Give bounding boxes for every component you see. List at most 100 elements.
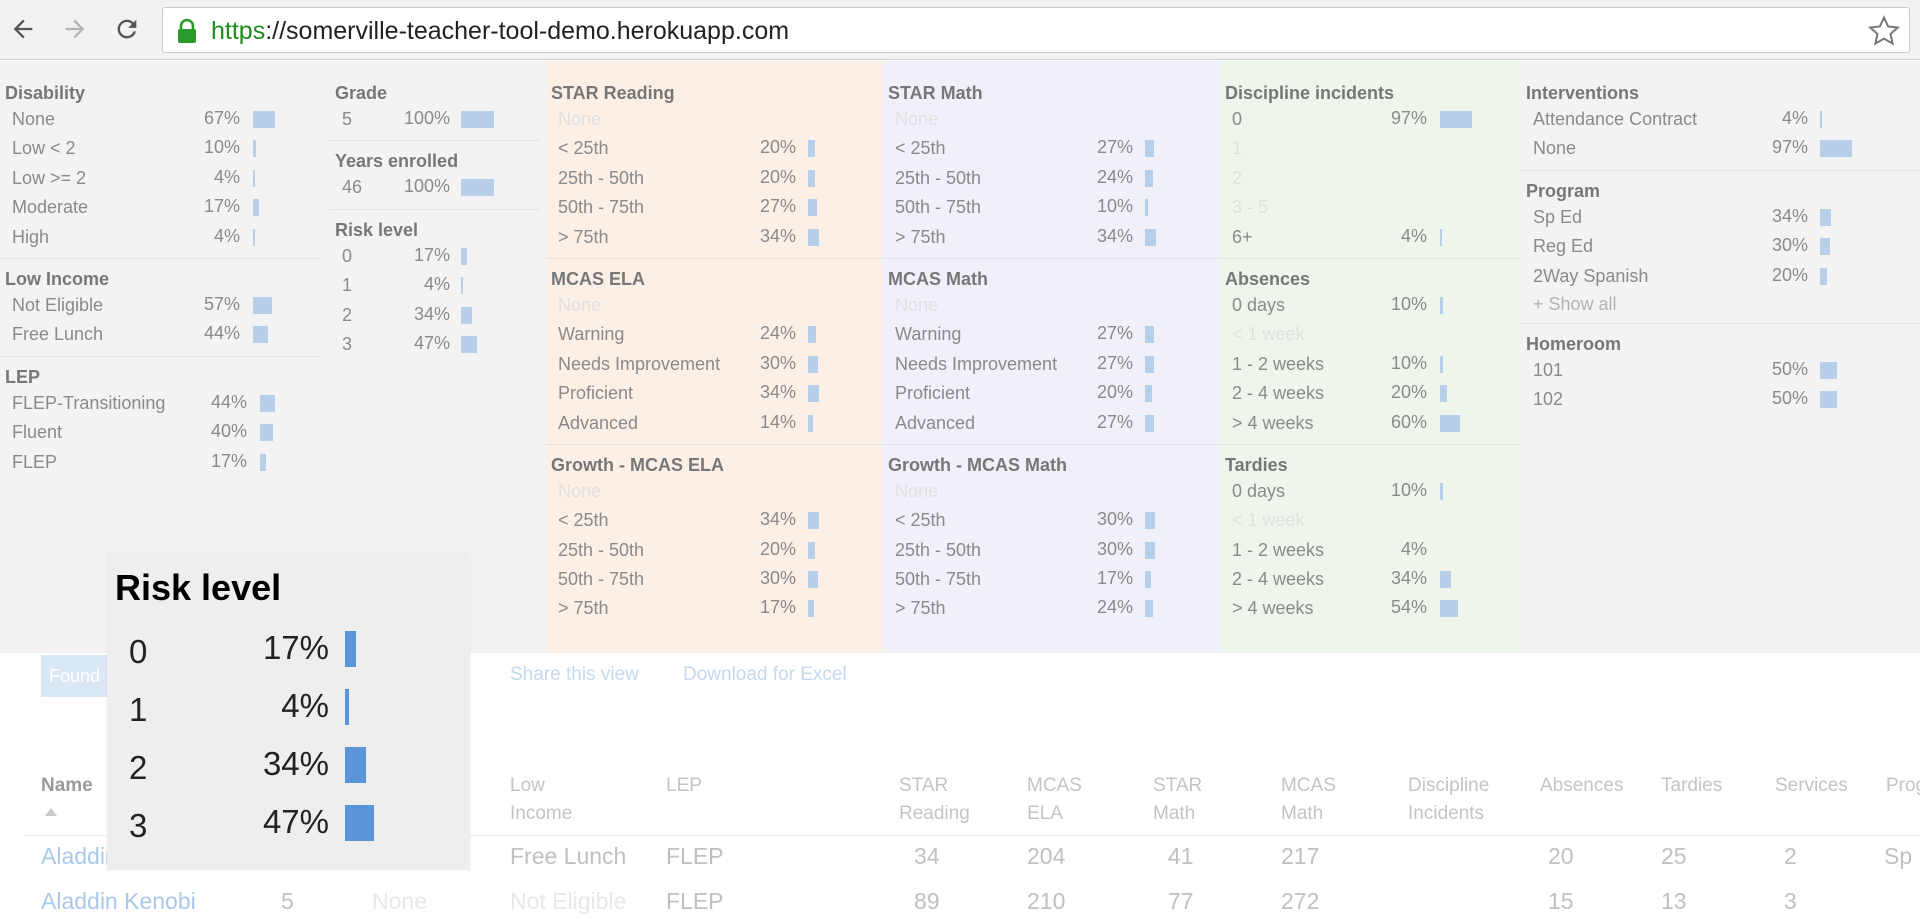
column-header-prog[interactable]: Prog [1886,772,1920,800]
column-header-services[interactable]: Services [1775,772,1848,800]
filter-row-low-2[interactable]: Low < 2 10% [0,134,322,163]
filter-row-2[interactable]: 2 34% [330,301,540,330]
filter-row-fluent[interactable]: Fluent 40% [0,418,322,447]
filter-percent: 50% [1771,358,1808,379]
filter-row-not-eligible[interactable]: Not Eligible 57% [0,291,322,320]
filter-label: Advanced [895,412,976,433]
filter-row-25th[interactable]: < 25th 30% [883,506,1219,535]
filter-row-0-days[interactable]: 0 days 10% [1220,477,1520,506]
address-bar[interactable]: https://somerville-teacher-tool-demo.her… [162,7,1910,53]
filter-row-75th[interactable]: > 75th 34% [883,223,1219,252]
filter-bar [1145,385,1152,403]
column-header-mcas-ela[interactable]: MCAS ELA [1027,772,1082,828]
section-title: Discipline incidents [1225,83,1395,103]
filter-bar [808,228,819,246]
filter-row-needs-improvement[interactable]: Needs Improvement 27% [883,350,1219,379]
cell-name[interactable]: Aladdin Kenobi [41,888,196,915]
filter-row-reg-ed[interactable]: Reg Ed 30% [1521,232,1920,261]
filter-row-2way-spanish[interactable]: 2Way Spanish 20% [1521,262,1920,291]
column-header-name[interactable]: Name [41,772,93,800]
filter-percent: 4% [1400,538,1427,559]
column-header-discipline-incidents[interactable]: Discipline Incidents [1408,772,1489,828]
filter-row-free-lunch[interactable]: Free Lunch 44% [0,320,322,349]
filter-row-0[interactable]: 0 97% [1220,105,1520,134]
filter-row-25th-50th[interactable]: 25th - 50th 24% [883,164,1219,193]
sort-ascending-icon[interactable] [45,808,57,816]
filter-row-proficient[interactable]: Proficient 20% [883,379,1219,408]
filter-row-sp-ed[interactable]: Sp Ed 34% [1521,203,1920,232]
column-header-tardies[interactable]: Tardies [1661,772,1722,800]
filter-row-high[interactable]: High 4% [0,223,322,252]
column-interventions: Interventions Attendance Contract 4% None 97… [1521,61,1920,653]
filter-row-advanced[interactable]: Advanced 14% [546,409,882,438]
filter-row-25th[interactable]: < 25th 27% [883,134,1219,163]
filter-row-25th-50th[interactable]: 25th - 50th 30% [883,536,1219,565]
filter-row-none[interactable]: None 67% [0,105,322,134]
column-header-lep[interactable]: LEP [666,772,702,800]
filter-row-25th-50th[interactable]: 25th - 50th 20% [546,164,882,193]
filter-row-0[interactable]: 0 17% [330,242,540,271]
download-excel-link[interactable]: Download for Excel [683,664,847,686]
filter-row-4-weeks[interactable]: > 4 weeks 60% [1220,409,1520,438]
share-view-link[interactable]: Share this view [510,664,639,686]
filter-row-25th[interactable]: < 25th 34% [546,506,882,535]
filter-row-46[interactable]: 46 100% [330,173,540,202]
column-header-absences[interactable]: Absences [1540,772,1623,800]
filter-row-warning[interactable]: Warning 27% [883,320,1219,349]
filter-row-0-days[interactable]: 0 days 10% [1220,291,1520,320]
filter-row-flep-transitioning[interactable]: FLEP-Transitioning 44% [0,389,322,418]
filter-row-50th-75th[interactable]: 50th - 75th 27% [546,193,882,222]
filter-row-advanced[interactable]: Advanced 27% [883,409,1219,438]
filter-row-attendance-contract[interactable]: Attendance Contract 4% [1521,105,1920,134]
filter-row-low-2[interactable]: Low >= 2 4% [0,164,322,193]
filter-row-50th-75th[interactable]: 50th - 75th 30% [546,565,882,594]
filter-row-4-weeks[interactable]: > 4 weeks 54% [1220,594,1520,623]
filter-row-1-2-weeks[interactable]: 1 - 2 weeks 10% [1220,350,1520,379]
bookmark-star-icon[interactable] [1867,14,1901,48]
back-button[interactable] [6,12,40,46]
filter-row-75th[interactable]: > 75th 34% [546,223,882,252]
section-title: Years enrolled [335,151,459,172]
column-header-star-reading[interactable]: STAR Reading [899,772,970,828]
cell-mcas-math: 217 [1281,843,1320,869]
filter-row-101[interactable]: 101 50% [1521,356,1920,385]
forward-button[interactable] [58,12,92,46]
filter-row-2-4-weeks[interactable]: 2 - 4 weeks 34% [1220,565,1520,594]
filter-row-moderate[interactable]: Moderate 17% [0,193,322,222]
filter-label: 0 [342,245,353,266]
cell-low-income: Not Eligible [510,888,627,914]
zoom-label: 3 [129,807,148,844]
column-header-star-math[interactable]: STAR Math [1153,772,1202,828]
filter-row-3[interactable]: 3 47% [330,330,540,359]
filter-row-102[interactable]: 102 50% [1521,385,1920,414]
filter-label: 5 [342,109,353,129]
filter-row-1[interactable]: 1 4% [330,271,540,300]
filter-row-2-4-weeks[interactable]: 2 - 4 weeks 20% [1220,379,1520,408]
filter-row-5[interactable]: 5 100% [330,105,540,134]
filter-percent: 20% [1390,382,1427,403]
filter-row-needs-improvement[interactable]: Needs Improvement 30% [546,350,882,379]
filter-row-25th-50th[interactable]: 25th - 50th 20% [546,536,882,565]
filter-row-75th[interactable]: > 75th 24% [883,594,1219,623]
section-title: Growth - MCAS Math [888,454,1067,475]
filter-row-proficient[interactable]: Proficient 34% [546,379,882,408]
column-header-mcas-math[interactable]: MCAS Math [1281,772,1336,828]
filter-percent: 10% [1390,293,1427,314]
filter-row-warning[interactable]: Warning 24% [546,320,882,349]
filter-row-75th[interactable]: > 75th 17% [546,594,882,623]
browser-toolbar: https://somerville-teacher-tool-demo.her… [0,0,1920,60]
filter-row-1-2-weeks[interactable]: 1 - 2 weeks 4% [1220,536,1520,565]
filter-label: 3 [342,333,353,354]
reload-button[interactable] [110,12,144,46]
show-all-link[interactable]: + Show all [1521,291,1920,317]
filter-section-disability: Disability None 67% Low < 2 10% Low >= 2 4% Mod… [0,81,322,259]
filter-row-50th-75th[interactable]: 50th - 75th 17% [883,565,1219,594]
back-arrow-icon [13,19,33,39]
column-header-low-income[interactable]: Low Income [510,772,572,828]
filter-row-25th[interactable]: < 25th 20% [546,134,882,163]
filter-row-50th-75th[interactable]: 50th - 75th 10% [883,193,1219,222]
filter-row-6[interactable]: 6+ 4% [1220,223,1520,252]
filter-label: > 4 weeks [1232,412,1314,433]
filter-row-flep[interactable]: FLEP 17% [0,448,322,477]
filter-row-none[interactable]: None 97% [1521,134,1920,163]
